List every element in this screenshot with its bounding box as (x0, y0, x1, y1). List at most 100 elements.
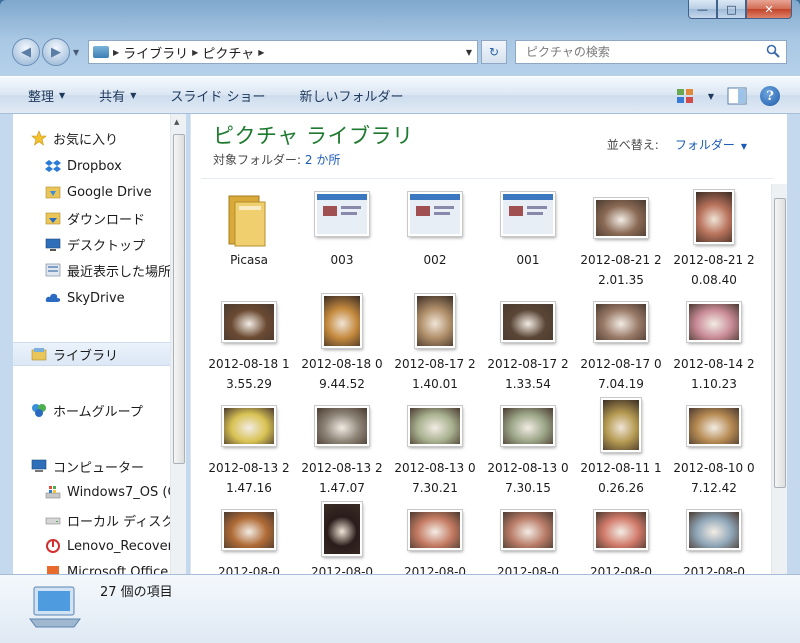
nav-google-drive[interactable]: Google Drive (45, 180, 152, 204)
help-button[interactable]: ? (760, 86, 780, 106)
photo-preview (410, 408, 460, 444)
forward-button[interactable]: ▶ (42, 38, 70, 66)
nav-local-disk[interactable]: ローカル ディスク (45, 508, 174, 532)
nav-scrollbar-thumb[interactable] (173, 134, 185, 464)
maximize-button[interactable]: □ (717, 0, 746, 19)
close-button[interactable]: ✕ (746, 0, 792, 19)
image-thumbnail (217, 292, 281, 352)
windows-drive-icon (45, 486, 61, 499)
breadcrumb-separator-icon[interactable]: ▶ (258, 48, 264, 57)
file-name: 2012-08-14 21.10.23 (673, 357, 755, 391)
image-thumbnail (589, 396, 653, 456)
refresh-button[interactable]: ↻ (481, 40, 507, 64)
nav-scrollbar[interactable]: ▲ (170, 114, 186, 574)
file-item[interactable]: 2012-08-0 (389, 496, 481, 574)
back-button[interactable]: ◀ (12, 38, 40, 66)
file-item[interactable]: 2012-08-11 10.26.26 (575, 392, 667, 496)
nav-computer[interactable]: コンピューター (31, 454, 144, 478)
file-item[interactable]: 2012-08-17 21.33.54 (482, 288, 574, 392)
file-name: 2012-08-13 21.47.07 (301, 461, 383, 495)
file-item[interactable]: 2012-08-0 (482, 496, 574, 574)
folder-thumbnail (217, 188, 281, 248)
organize-label: 整理 (28, 89, 55, 105)
file-name: 2012-08-0 (310, 565, 374, 574)
share-button[interactable]: 共有 ▼ (77, 77, 148, 113)
breadcrumb-pictures[interactable]: ピクチャ (198, 43, 258, 62)
new-folder-button[interactable]: 新しいフォルダー (277, 77, 415, 113)
photo-preview (410, 512, 460, 548)
address-dropdown-icon[interactable]: ▼ (466, 48, 472, 57)
file-item[interactable]: Picasa (203, 184, 295, 288)
file-item[interactable]: 2012-08-18 09.44.52 (296, 288, 388, 392)
recent-pages-dropdown[interactable]: ▼ (73, 48, 79, 57)
view-options-button[interactable] (674, 85, 696, 107)
download-folder-icon (45, 212, 61, 225)
library-subtitle: 対象フォルダー: 2 か所 (213, 151, 340, 168)
file-item[interactable]: 2012-08-0 (668, 496, 760, 574)
photo-preview (503, 304, 553, 340)
subtitle-prefix: 対象フォルダー: (213, 153, 302, 167)
minimize-button[interactable]: — (688, 0, 717, 19)
image-thumbnail (496, 292, 560, 352)
nav-homegroup[interactable]: ホームグループ (31, 398, 143, 422)
arrow-right-icon: ▶ (51, 44, 61, 60)
slideshow-button[interactable]: スライド ショー (148, 77, 277, 113)
file-item[interactable]: 2012-08-14 21.10.23 (668, 288, 760, 392)
file-name: 2012-08-13 07.30.21 (394, 461, 476, 495)
image-thumbnail (589, 188, 653, 248)
file-item[interactable]: 2012-08-13 07.30.21 (389, 392, 481, 496)
search-box[interactable] (515, 40, 787, 64)
nav-recent-places[interactable]: 最近表示した場所 (45, 258, 171, 282)
file-item[interactable]: 2012-08-13 21.47.07 (296, 392, 388, 496)
nav-label: Dropbox (67, 158, 122, 174)
image-thumbnail (496, 188, 560, 248)
screenshot-preview (317, 194, 367, 234)
content-scrollbar-thumb[interactable] (774, 198, 786, 488)
nav-dropbox[interactable]: Dropbox (45, 154, 122, 178)
file-name: 2012-08-13 07.30.15 (487, 461, 569, 495)
preview-pane-button[interactable] (726, 85, 748, 107)
image-thumbnail (403, 188, 467, 248)
nav-desktop[interactable]: デスクトップ (45, 232, 145, 256)
locations-link[interactable]: 2 か所 (305, 153, 340, 167)
nav-microsoft-office[interactable]: Microsoft Office (45, 560, 168, 574)
arrow-left-icon: ◀ (21, 44, 31, 60)
file-item[interactable]: 2012-08-10 07.12.42 (668, 392, 760, 496)
nav-libraries[interactable]: ライブラリ (13, 342, 170, 366)
toolbar-right: ▼ ? (674, 85, 780, 107)
file-item[interactable]: 2012-08-21 22.01.35 (575, 184, 667, 288)
file-item[interactable]: 2012-08-17 07.04.19 (575, 288, 667, 392)
file-item[interactable]: 2012-08-13 21.47.16 (203, 392, 295, 496)
item-count: 27 個の項目 (100, 585, 173, 600)
nav-skydrive[interactable]: SkyDrive (45, 286, 125, 310)
view-dropdown-icon[interactable]: ▼ (708, 92, 714, 101)
file-item[interactable]: 2012-08-0 (296, 496, 388, 574)
address-bar[interactable]: ▶ ライブラリ ▶ ピクチャ ▶ ▼ (88, 40, 478, 64)
photo-preview (689, 408, 739, 444)
file-item[interactable]: 2012-08-13 07.30.15 (482, 392, 574, 496)
file-item[interactable]: 2012-08-18 13.55.29 (203, 288, 295, 392)
file-item[interactable]: 2012-08-17 21.40.01 (389, 288, 481, 392)
file-item[interactable]: 002 (389, 184, 481, 288)
nav-drive-c[interactable]: Windows7_OS (C:) (45, 480, 186, 504)
breadcrumb-libraries[interactable]: ライブラリ (119, 43, 192, 62)
arrange-by-dropdown[interactable]: フォルダー ▼ (675, 136, 747, 153)
file-item[interactable]: 003 (296, 184, 388, 288)
image-thumbnail (403, 500, 467, 560)
file-name: 2012-08-17 21.33.54 (487, 357, 569, 391)
nav-favorites[interactable]: お気に入り (31, 126, 118, 150)
search-input[interactable] (526, 45, 756, 59)
image-thumbnail (589, 292, 653, 352)
file-item[interactable]: 001 (482, 184, 574, 288)
file-item[interactable]: 2012-08-21 20.08.40 (668, 184, 760, 288)
nav-downloads[interactable]: ダウンロード (45, 206, 145, 230)
file-item[interactable]: 2012-08-0 (203, 496, 295, 574)
scroll-up-icon[interactable]: ▲ (174, 118, 179, 126)
organize-button[interactable]: 整理 ▼ (0, 77, 77, 113)
folder-icon (228, 195, 266, 247)
content-scrollbar[interactable] (771, 184, 787, 574)
nav-lenovo-recovery[interactable]: Lenovo_Recovery (45, 534, 181, 558)
nav-label: SkyDrive (67, 290, 125, 306)
file-item[interactable]: 2012-08-0 (575, 496, 667, 574)
recent-places-icon (45, 263, 61, 277)
